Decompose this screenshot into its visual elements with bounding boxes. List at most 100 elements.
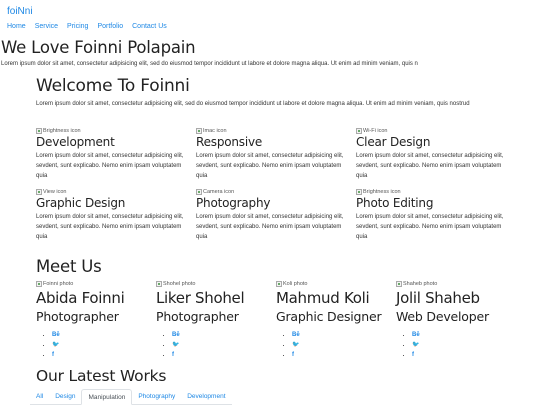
member-role: Photographer <box>156 309 239 324</box>
nav-links: Home Service Pricing Portfolio Contact U… <box>7 23 167 30</box>
welcome-title: Welcome To Foinni <box>36 76 190 96</box>
feature-card: Brightness icon Development Lorem ipsum … <box>36 127 196 181</box>
icon-alt-text: Imac icon <box>203 128 227 134</box>
hero-section: We Love Foinni Polapain Lorem ipsum dolo… <box>0 38 540 68</box>
tab-all[interactable]: All <box>30 389 49 405</box>
works-tabs: All Design Manipulation Photography Deve… <box>30 389 232 405</box>
behance-icon[interactable]: Bē <box>52 332 60 338</box>
camera-icon: Camera icon <box>196 188 356 196</box>
behance-icon[interactable]: Bē <box>172 332 180 338</box>
broken-image-icon <box>356 128 362 134</box>
feature-text: Lorem ipsum dolor sit amet, consectetur … <box>36 214 184 240</box>
team-member: Shaheb photo Jolil Shaheb Web Developer … <box>396 280 516 360</box>
broken-image-icon <box>196 128 202 134</box>
view-icon: View icon <box>36 188 196 196</box>
twitter-icon[interactable]: 🐦 <box>52 342 59 348</box>
feature-title: Graphic Design <box>36 196 126 210</box>
team-member: Koli photo Mahmud Koli Graphic Designer … <box>276 280 396 360</box>
member-name: Abida Foinni <box>36 289 125 307</box>
feature-title: Clear Design <box>356 135 431 149</box>
nav-link-contact[interactable]: Contact Us <box>132 23 167 30</box>
social-list: Bē 🐦 f <box>156 330 276 360</box>
tab-manipulation[interactable]: Manipulation <box>81 389 133 405</box>
facebook-icon[interactable]: f <box>292 352 294 358</box>
icon-alt-text: Wi-Fi icon <box>363 128 388 134</box>
member-name: Jolil Shaheb <box>396 289 480 307</box>
member-role: Photographer <box>36 309 119 324</box>
meet-title: Meet Us <box>36 257 102 276</box>
photo-alt-text: Koli photo <box>283 281 308 287</box>
imac-icon: Imac icon <box>196 127 356 135</box>
team-member: Foinni photo Abida Foinni Photographer B… <box>36 280 156 360</box>
tab-design[interactable]: Design <box>49 389 81 405</box>
feature-text: Lorem ipsum dolor sit amet, consectetur … <box>36 153 184 179</box>
photo-alt-text: Shohel photo <box>163 281 196 287</box>
broken-image-icon <box>396 281 402 287</box>
facebook-icon[interactable]: f <box>52 352 54 358</box>
hero-text: Lorem ipsum dolor sit amet, consectetur … <box>1 61 418 67</box>
brightness-icon: Brightness icon <box>36 127 196 135</box>
facebook-icon[interactable]: f <box>412 352 414 358</box>
broken-image-icon <box>36 189 42 195</box>
social-list: Bē 🐦 f <box>396 330 516 360</box>
member-role: Graphic Designer <box>276 309 382 324</box>
broken-image-icon <box>36 128 42 134</box>
feature-title: Responsive <box>196 135 263 149</box>
feature-title: Photo Editing <box>356 196 434 210</box>
broken-image-icon <box>196 189 202 195</box>
feature-text: Lorem ipsum dolor sit amet, consectetur … <box>356 153 504 179</box>
member-name: Liker Shohel <box>156 289 245 307</box>
social-list: Bē 🐦 f <box>36 330 156 360</box>
feature-card: Wi-Fi icon Clear Design Lorem ipsum dolo… <box>356 127 516 181</box>
facebook-icon[interactable]: f <box>172 352 174 358</box>
brand-logo[interactable]: foiNni <box>7 6 33 17</box>
works-section: Our Latest Works <box>36 366 521 386</box>
feature-card: View icon Graphic Design Lorem ipsum dol… <box>36 188 196 242</box>
feature-text: Lorem ipsum dolor sit amet, consectetur … <box>196 214 344 240</box>
nav-link-portfolio[interactable]: Portfolio <box>97 23 123 30</box>
social-list: Bē 🐦 f <box>276 330 396 360</box>
broken-image-icon <box>156 281 162 287</box>
twitter-icon[interactable]: 🐦 <box>412 342 419 348</box>
feature-card: Camera icon Photography Lorem ipsum dolo… <box>196 188 356 242</box>
icon-alt-text: Camera icon <box>203 189 235 195</box>
feature-card: Imac icon Responsive Lorem ipsum dolor s… <box>196 127 356 181</box>
member-photo: Shohel photo <box>156 280 276 288</box>
team-member: Shohel photo Liker Shohel Photographer B… <box>156 280 276 360</box>
broken-image-icon <box>36 281 42 287</box>
member-name: Mahmud Koli <box>276 289 370 307</box>
features-grid: Brightness icon Development Lorem ipsum … <box>36 127 521 242</box>
icon-alt-text: View icon <box>43 189 67 195</box>
twitter-icon[interactable]: 🐦 <box>292 342 299 348</box>
nav-link-service[interactable]: Service <box>35 23 58 30</box>
twitter-icon[interactable]: 🐦 <box>172 342 179 348</box>
works-title: Our Latest Works <box>36 367 167 385</box>
feature-text: Lorem ipsum dolor sit amet, consectetur … <box>196 153 344 179</box>
meet-section: Meet Us <box>36 257 521 277</box>
member-role: Web Developer <box>396 309 489 324</box>
brightness-icon: Brightness icon <box>356 188 516 196</box>
navbar: foiNni Home Service Pricing Portfolio Co… <box>0 0 540 38</box>
member-photo: Koli photo <box>276 280 396 288</box>
broken-image-icon <box>276 281 282 287</box>
feature-title: Photography <box>196 196 271 210</box>
tab-development[interactable]: Development <box>181 389 231 405</box>
tab-photography[interactable]: Photography <box>132 389 181 405</box>
member-photo: Foinni photo <box>36 280 156 288</box>
icon-alt-text: Brightness icon <box>43 128 81 134</box>
feature-title: Development <box>36 135 115 149</box>
feature-card: Brightness icon Photo Editing Lorem ipsu… <box>356 188 516 242</box>
member-photo: Shaheb photo <box>396 280 516 288</box>
nav-link-pricing[interactable]: Pricing <box>67 23 88 30</box>
feature-text: Lorem ipsum dolor sit amet, consectetur … <box>356 214 504 240</box>
photo-alt-text: Foinni photo <box>43 281 74 287</box>
welcome-section: Welcome To Foinni Lorem ipsum dolor sit … <box>36 76 521 110</box>
nav-link-home[interactable]: Home <box>7 23 26 30</box>
hero-title: We Love Foinni Polapain <box>1 38 196 57</box>
broken-image-icon <box>356 189 362 195</box>
behance-icon[interactable]: Bē <box>412 332 420 338</box>
team-grid: Foinni photo Abida Foinni Photographer B… <box>36 280 516 360</box>
behance-icon[interactable]: Bē <box>292 332 300 338</box>
wifi-icon: Wi-Fi icon <box>356 127 516 135</box>
welcome-text: Lorem ipsum dolor sit amet, consectetur … <box>36 101 470 107</box>
